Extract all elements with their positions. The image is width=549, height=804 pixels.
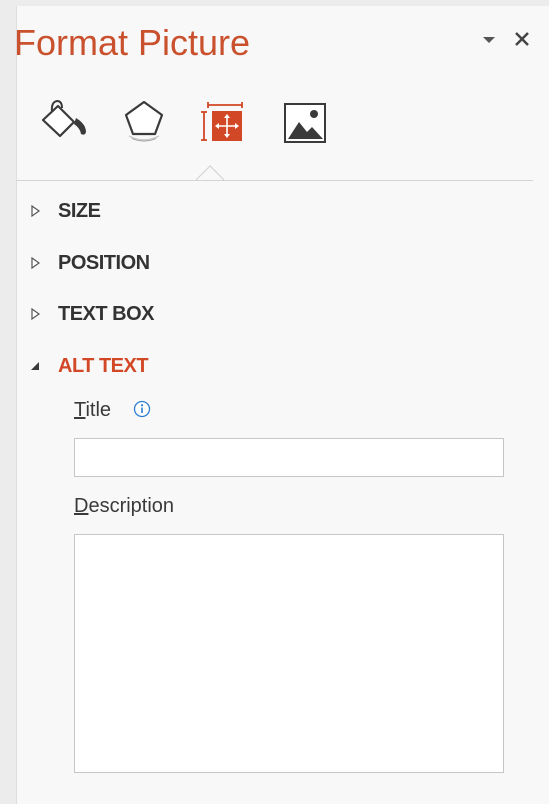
tab-fill-line[interactable] <box>40 96 90 148</box>
tab-size-properties[interactable] <box>200 96 250 148</box>
alt-text-title-input[interactable] <box>74 438 504 477</box>
info-icon[interactable] <box>133 400 151 418</box>
tab-effects[interactable] <box>120 96 170 148</box>
triangle-down-icon <box>31 362 39 370</box>
tab-divider <box>16 180 533 181</box>
triangle-right-icon <box>31 307 41 321</box>
section-position[interactable]: POSITION <box>28 249 508 279</box>
tab-picture[interactable] <box>281 96 331 148</box>
picture-icon <box>284 103 326 143</box>
chevron-down-icon <box>483 37 495 43</box>
pane-options-dropdown[interactable] <box>479 30 499 50</box>
effects-icon <box>124 100 164 142</box>
triangle-right-icon <box>31 256 41 270</box>
triangle-right-icon <box>31 204 41 218</box>
alt-text-description-input[interactable] <box>74 534 504 773</box>
title-label: Title <box>74 399 111 422</box>
info-circle-icon <box>133 400 151 418</box>
pane-close-button[interactable] <box>511 28 533 50</box>
title-label-text: itle <box>85 399 112 421</box>
title-label-accelerator: T <box>74 399 86 421</box>
section-label: SIZE <box>58 200 101 222</box>
section-label: TEXT BOX <box>58 303 155 325</box>
section-text-box[interactable]: TEXT BOX <box>28 300 508 330</box>
description-label-accelerator: D <box>74 495 89 517</box>
size-properties-icon <box>201 102 243 141</box>
section-label: POSITION <box>58 252 150 274</box>
selected-tab-indicator <box>196 165 224 181</box>
description-label: Description <box>74 495 174 518</box>
pane-title: Format Picture <box>14 22 251 63</box>
section-size[interactable]: SIZE <box>28 197 508 227</box>
section-alt-text[interactable]: ALT TEXT <box>28 352 508 382</box>
description-label-text: escription <box>88 495 175 517</box>
fill-line-icon <box>41 99 86 138</box>
close-icon <box>515 32 529 46</box>
section-label: ALT TEXT <box>58 355 149 377</box>
